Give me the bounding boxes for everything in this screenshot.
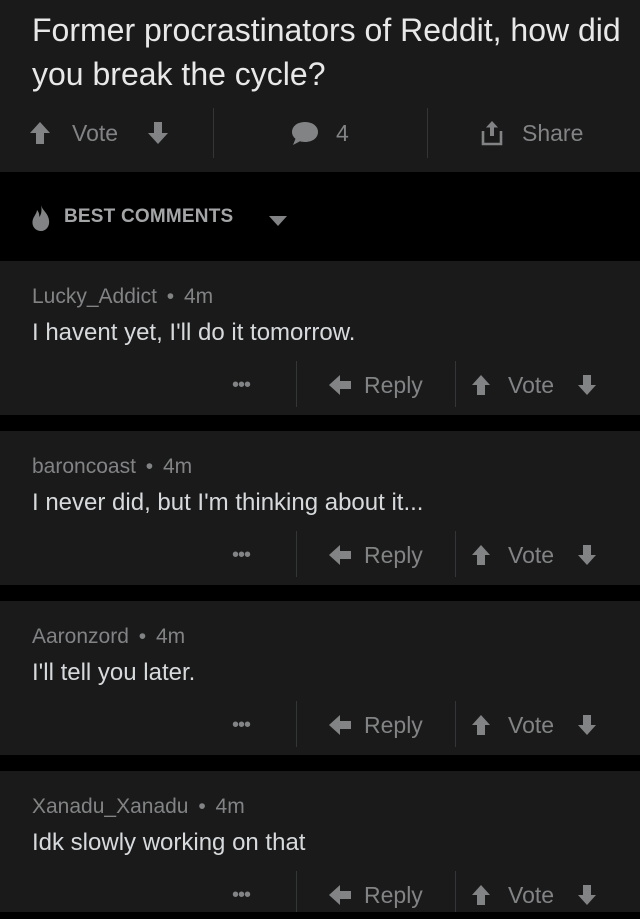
comment-author[interactable]: Aaronzord (32, 625, 129, 648)
reply-arrow-icon (328, 714, 352, 736)
reply-button[interactable]: Reply (328, 701, 423, 749)
comment-author[interactable]: Lucky_Addict (32, 285, 157, 308)
meta-separator: • (138, 625, 147, 648)
comment-vote-label: Vote (508, 541, 555, 568)
reply-button[interactable]: Reply (328, 531, 423, 579)
reply-label: Reply (364, 541, 423, 568)
upvote-icon[interactable] (470, 713, 492, 737)
comment-vote-group: Vote (470, 531, 598, 579)
post-title: Former procrastinators of Reddit, how di… (32, 12, 621, 92)
reply-arrow-icon (328, 374, 352, 396)
action-divider (427, 108, 428, 158)
reply-label: Reply (364, 711, 423, 738)
upvote-icon[interactable] (470, 373, 492, 397)
comment-vote-label: Vote (508, 881, 555, 908)
comment-age: 4m (215, 795, 245, 818)
action-divider (296, 531, 297, 577)
more-options-icon[interactable]: ••• (232, 883, 260, 907)
action-divider (455, 531, 456, 577)
comment-body: I'll tell you later. (32, 659, 196, 686)
post-vote-label: Vote (72, 119, 119, 146)
reply-label: Reply (364, 371, 423, 398)
action-divider (455, 871, 456, 912)
more-options-icon[interactable]: ••• (232, 713, 260, 737)
comment-sort-bar[interactable]: BEST COMMENTS (0, 172, 640, 260)
comments-button[interactable]: 4 (290, 108, 349, 158)
post-card: Former procrastinators of Reddit, how di… (0, 0, 640, 172)
meta-separator: • (166, 285, 175, 308)
comment-age: 4m (183, 285, 214, 308)
more-options-icon[interactable]: ••• (232, 543, 260, 567)
upvote-icon[interactable] (470, 883, 492, 907)
comment-card: baroncoast • 4m I never did, but I'm thi… (0, 431, 640, 585)
downvote-icon[interactable] (146, 120, 170, 146)
upvote-icon[interactable] (28, 120, 52, 146)
reply-label: Reply (364, 881, 423, 908)
flame-icon (30, 204, 52, 232)
comment-meta: Aaronzord • 4m (32, 625, 185, 649)
comment-vote-group: Vote (470, 361, 598, 409)
comment-body: I never did, but I'm thinking about it..… (32, 489, 424, 516)
comment-bubble-icon (290, 119, 320, 147)
reply-button[interactable]: Reply (328, 361, 423, 409)
comment-vote-group: Vote (470, 701, 598, 749)
downvote-icon[interactable] (576, 713, 598, 737)
action-divider (455, 361, 456, 407)
downvote-icon[interactable] (576, 883, 598, 907)
downvote-icon[interactable] (576, 373, 598, 397)
share-label: Share (522, 119, 584, 146)
downvote-icon[interactable] (576, 543, 598, 567)
comment-card: Aaronzord • 4m I'll tell you later. ••• … (0, 601, 640, 755)
comment-age: 4m (162, 455, 193, 478)
action-divider (296, 871, 297, 912)
comment-body: Idk slowly working on that (32, 829, 306, 856)
comment-meta: Lucky_Addict • 4m (32, 285, 213, 309)
comment-vote-label: Vote (508, 711, 555, 738)
meta-separator: • (198, 795, 206, 818)
post-action-bar: Vote 4 Share (0, 108, 640, 158)
meta-separator: • (145, 455, 154, 478)
comment-author[interactable]: Xanadu_Xanadu (32, 795, 189, 818)
sort-label: BEST COMMENTS (64, 206, 234, 227)
action-divider (455, 701, 456, 747)
comment-card: Xanadu_Xanadu • 4m Idk slowly working on… (0, 771, 640, 912)
action-divider (213, 108, 214, 158)
upvote-icon[interactable] (470, 543, 492, 567)
reply-arrow-icon (328, 544, 352, 566)
post-vote-group: Vote (28, 108, 170, 158)
more-options-icon[interactable]: ••• (232, 373, 260, 397)
comment-meta: baroncoast • 4m (32, 455, 192, 479)
comment-author[interactable]: baroncoast (32, 455, 136, 478)
share-icon (480, 119, 504, 147)
comment-card: Lucky_Addict • 4m I havent yet, I'll do … (0, 261, 640, 415)
comment-age: 4m (155, 625, 186, 648)
comment-meta: Xanadu_Xanadu • 4m (32, 795, 245, 819)
chevron-down-icon (268, 215, 288, 227)
comment-count: 4 (336, 119, 349, 146)
action-divider (296, 701, 297, 747)
comment-vote-label: Vote (508, 371, 555, 398)
share-button[interactable]: Share (480, 108, 583, 158)
reply-arrow-icon (328, 884, 352, 906)
action-divider (296, 361, 297, 407)
comment-body: I havent yet, I'll do it tomorrow. (32, 319, 356, 346)
